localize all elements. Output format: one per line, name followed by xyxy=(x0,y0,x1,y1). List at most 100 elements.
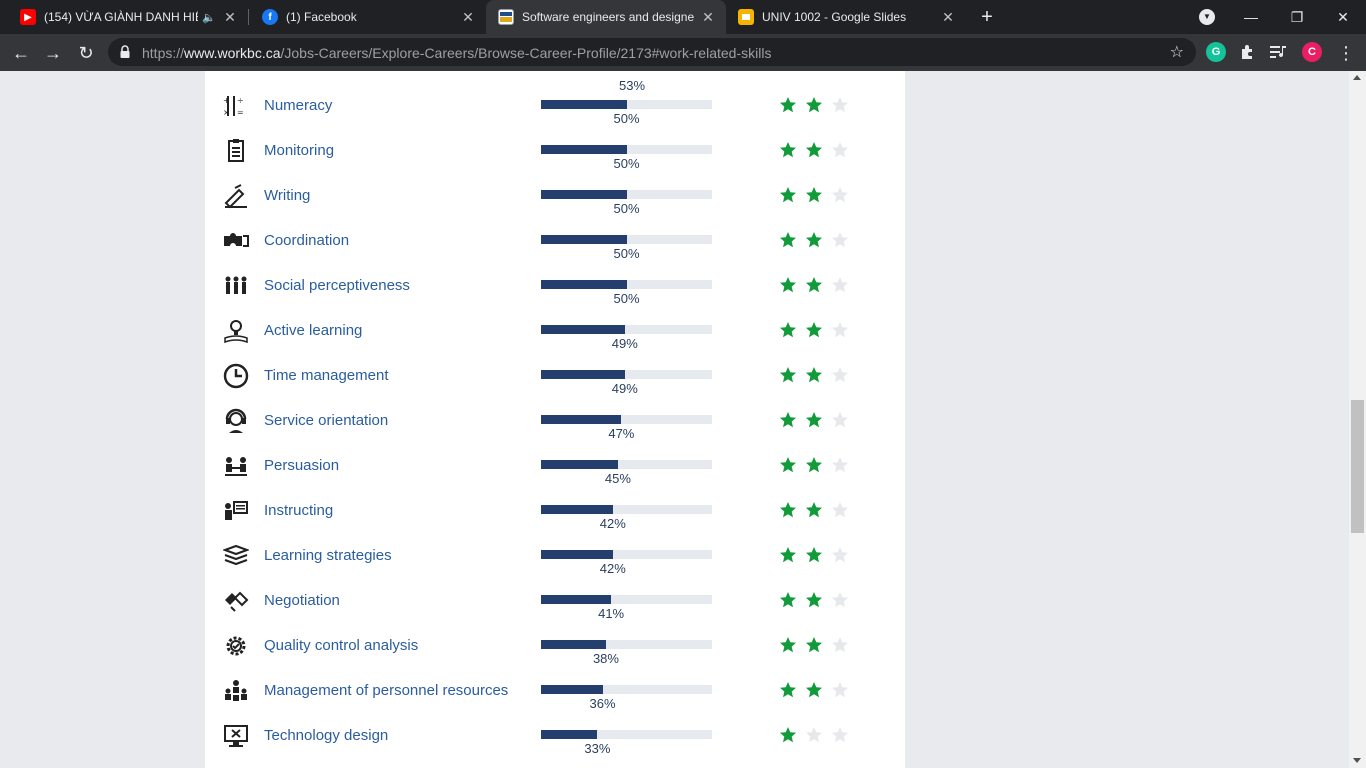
skill-progress-fill xyxy=(541,415,621,424)
people-group-icon xyxy=(225,276,247,294)
close-icon[interactable]: ✕ xyxy=(222,9,238,25)
skill-percent-label: 42% xyxy=(599,561,626,576)
skill-name-link[interactable]: Monitoring xyxy=(264,142,334,159)
skill-star-rating xyxy=(779,366,859,386)
svg-text:=: = xyxy=(237,108,244,117)
star-filled-icon xyxy=(806,412,822,428)
youtube-icon: ▶ xyxy=(20,9,36,25)
media-queue-icon[interactable] xyxy=(1269,42,1289,62)
skill-progress-fill xyxy=(541,730,597,739)
star-filled-icon xyxy=(806,277,822,293)
minimize-button[interactable]: — xyxy=(1228,0,1274,34)
skill-name-link[interactable]: Time management xyxy=(264,367,389,384)
tab-google-slides[interactable]: UNIV 1002 - Google Slides ✕ xyxy=(726,0,966,34)
skill-name-link[interactable]: Quality control analysis xyxy=(264,637,418,654)
numeracy-icon: ÷ + = × xyxy=(223,96,244,117)
skill-name-link[interactable]: Active learning xyxy=(264,322,362,339)
star-filled-icon xyxy=(806,682,822,698)
skill-name-link[interactable]: Learning strategies xyxy=(264,547,392,564)
skill-percent-label: 42% xyxy=(599,516,626,531)
skill-progress-bar xyxy=(541,550,712,559)
skill-progress-fill xyxy=(541,145,627,154)
new-tab-button[interactable]: + xyxy=(975,5,999,29)
skill-progress-bar xyxy=(541,595,712,604)
star-filled-icon xyxy=(780,592,796,608)
address-bar[interactable]: https://www.workbc.ca/Jobs-Careers/Explo… xyxy=(108,38,1196,66)
skill-percent-label: 36% xyxy=(589,696,616,711)
star-filled-icon xyxy=(806,322,822,338)
puzzle-icon[interactable] xyxy=(1237,42,1257,62)
star-filled-icon xyxy=(780,547,796,563)
star-filled-icon xyxy=(806,592,822,608)
url-text[interactable]: https://www.workbc.ca/Jobs-Careers/Explo… xyxy=(142,45,771,61)
scroll-thumb[interactable] xyxy=(1351,400,1364,533)
bookmark-star-icon[interactable]: ☆ xyxy=(1170,42,1184,62)
tab-facebook[interactable]: f (1) Facebook ✕ xyxy=(250,0,486,34)
skill-name-link[interactable]: Coordination xyxy=(264,232,349,249)
scroll-down-arrow-icon[interactable] xyxy=(1353,758,1361,763)
skill-progress-bar xyxy=(541,235,712,244)
close-icon[interactable]: ✕ xyxy=(700,9,716,25)
skill-percent-label: 53% xyxy=(618,78,646,93)
profile-avatar[interactable]: C xyxy=(1302,42,1322,62)
skill-row: Social perceptiveness 50% xyxy=(205,273,905,318)
tab-title: (1) Facebook xyxy=(286,10,357,24)
forward-arrow-icon[interactable]: → xyxy=(40,40,66,66)
skill-progress-bar xyxy=(541,730,712,739)
skill-star-rating xyxy=(779,681,859,701)
star-filled-icon xyxy=(806,547,822,563)
skill-star-rating xyxy=(779,726,859,746)
skill-name-link[interactable]: Management of personnel resources xyxy=(264,682,508,699)
close-window-button[interactable]: ✕ xyxy=(1320,0,1366,34)
star-filled-icon xyxy=(780,142,796,158)
tab-title: UNIV 1002 - Google Slides xyxy=(762,10,907,24)
restore-button[interactable]: ❐ xyxy=(1274,0,1320,34)
skill-name-link[interactable]: Numeracy xyxy=(264,97,332,114)
browser-toolbar: ← → ↻ https://www.workbc.ca/Jobs-Careers… xyxy=(0,34,1366,71)
skill-progress-bar xyxy=(541,685,712,694)
skill-row: Service orientation 47% xyxy=(205,408,905,453)
skill-name-link[interactable]: Service orientation xyxy=(264,412,388,429)
skill-progress-fill xyxy=(541,325,625,334)
close-icon[interactable]: ✕ xyxy=(940,9,956,25)
speaker-icon[interactable]: 🔈 xyxy=(202,11,216,24)
facebook-icon: f xyxy=(262,9,278,25)
tab-search-icon[interactable]: ▼ xyxy=(1199,9,1215,25)
star-filled-icon xyxy=(780,97,796,113)
headset-person-icon xyxy=(225,408,247,433)
skill-row: Quality control analysis 38% xyxy=(205,633,905,678)
tab-separator xyxy=(248,9,249,25)
page-scrollbar[interactable] xyxy=(1349,71,1366,768)
skill-star-rating xyxy=(779,96,859,116)
scroll-up-arrow-icon[interactable] xyxy=(1353,75,1361,80)
star-empty-icon xyxy=(832,592,848,608)
tab-title: Software engineers and designer xyxy=(522,10,694,24)
grammarly-icon[interactable]: G xyxy=(1206,42,1226,62)
skill-name-link[interactable]: Instructing xyxy=(264,502,333,519)
star-filled-icon xyxy=(806,187,822,203)
skill-star-rating xyxy=(779,546,859,566)
skill-name-link[interactable]: Social perceptiveness xyxy=(264,277,410,294)
skill-name-link[interactable]: Negotiation xyxy=(264,592,340,609)
skill-progress-bar xyxy=(541,190,712,199)
star-filled-icon xyxy=(806,637,822,653)
star-empty-icon xyxy=(832,457,848,473)
skill-name-link[interactable]: Writing xyxy=(264,187,310,204)
lock-icon[interactable] xyxy=(120,45,130,58)
skill-name-link[interactable]: Technology design xyxy=(264,727,388,744)
back-arrow-icon[interactable]: ← xyxy=(8,40,34,66)
close-icon[interactable]: ✕ xyxy=(460,9,476,25)
star-empty-icon xyxy=(832,502,848,518)
skill-percent-label: 41% xyxy=(598,606,625,621)
menu-dots-icon[interactable]: ⋮ xyxy=(1333,40,1359,66)
skill-row: Writing 50% xyxy=(205,183,905,228)
reload-icon[interactable]: ↻ xyxy=(73,40,99,66)
skill-name-link[interactable]: Persuasion xyxy=(264,457,339,474)
skill-progress-bar xyxy=(541,505,712,514)
tab-youtube[interactable]: ▶ (154) VỪA GIÀNH DANH HIỆ 🔈 ✕ xyxy=(8,0,248,34)
star-filled-icon xyxy=(806,457,822,473)
meeting-people-icon xyxy=(225,457,247,476)
star-filled-icon xyxy=(780,457,796,473)
star-filled-icon xyxy=(780,502,796,518)
tab-workbc[interactable]: Software engineers and designer ✕ xyxy=(486,0,726,34)
